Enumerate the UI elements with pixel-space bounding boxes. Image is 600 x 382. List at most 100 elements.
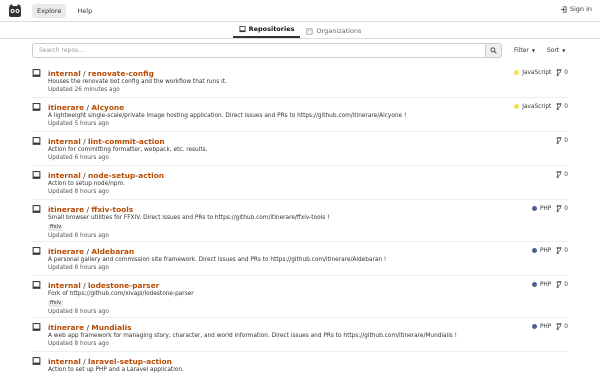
site-logo[interactable] (8, 3, 22, 18)
language-color-dot (531, 324, 537, 329)
repo-icon (32, 103, 41, 111)
fork-icon (556, 281, 562, 288)
repo-full-name[interactable]: internal / node-setup-action (48, 171, 568, 180)
search-button[interactable] (486, 43, 502, 58)
repo-description: A personal gallery and commission site f… (48, 257, 387, 263)
repo-description: Houses the renovate bot config and the w… (48, 79, 227, 85)
repo-forks[interactable]: 0 (556, 281, 568, 288)
repo-icon (32, 323, 41, 331)
chevron-down-icon: ▼ (531, 48, 535, 53)
search-input[interactable]: Search repos... (32, 43, 486, 58)
repo-fork-count: 0 (564, 171, 568, 178)
repo-owner[interactable]: internal (48, 137, 81, 146)
repo-name[interactable]: lodestone-parser (88, 281, 159, 290)
fork-icon (556, 323, 562, 330)
repo-owner[interactable]: internal (48, 281, 81, 290)
repo-owner[interactable]: itinerare (48, 103, 84, 112)
repo-owner[interactable]: itinerare (48, 323, 84, 332)
repo-full-name[interactable]: internal / lodestone-parser (48, 281, 568, 290)
repo-meta: 0 (556, 171, 568, 178)
repo-owner[interactable]: itinerare (48, 247, 84, 256)
repo-owner[interactable]: internal (48, 357, 81, 366)
repo-full-name[interactable]: internal / laravel-setup-action (48, 357, 568, 366)
language-color-dot (514, 104, 520, 109)
sign-in-link[interactable]: Sign in (560, 5, 592, 13)
repo-forks[interactable]: 0 (556, 171, 568, 178)
fork-icon (556, 171, 562, 178)
repo-full-name[interactable]: itinerare / Alcyone (48, 103, 568, 112)
repo-name[interactable]: Aldebaran (91, 247, 134, 256)
repo-forks[interactable]: 0 (556, 205, 568, 212)
explore-tabs: Repositories Organizations (0, 22, 600, 39)
repo-updated: Updated 8 hours ago (48, 341, 109, 347)
repo-meta: PHP 0 (531, 205, 568, 212)
repo-meta: JavaScript 0 (514, 69, 568, 76)
tab-organizations[interactable]: Organizations (300, 27, 367, 38)
repo-owner[interactable]: internal (48, 69, 81, 78)
repo-meta: 0 (556, 137, 568, 144)
repo-full-name[interactable]: internal / renovate-config (48, 69, 568, 78)
sign-in-icon (560, 5, 567, 13)
repo-description: Action to set up PHP and a Laravel appli… (48, 367, 184, 373)
repo-language: JavaScript (514, 70, 551, 76)
repo-forks[interactable]: 0 (556, 323, 568, 330)
repo-name[interactable]: Alcyone (91, 103, 124, 112)
repo-language-label: PHP (539, 247, 552, 254)
repo-fork-count: 0 (564, 137, 568, 144)
repo-forks[interactable]: 0 (556, 69, 568, 76)
repo-name[interactable]: renovate-config (88, 69, 154, 78)
repo-updated: Updated 5 hours ago (48, 121, 109, 127)
language-color-dot (531, 248, 537, 253)
repo-full-name[interactable]: internal / lint-commit-action (48, 137, 568, 146)
top-navbar: Explore Help Sign in (0, 0, 600, 22)
tab-repositories[interactable]: Repositories (232, 25, 301, 38)
repo-name[interactable]: node-setup-action (88, 171, 164, 180)
repo-name[interactable]: Mundialis (91, 323, 131, 332)
repo-meta: JavaScript 0 (514, 103, 568, 110)
repo-item: internal / lint-commit-action Action for… (32, 132, 568, 166)
filter-dropdown[interactable]: Filter ▼ (514, 47, 535, 54)
repo-owner[interactable]: internal (48, 171, 81, 180)
repo-language-label: JavaScript (522, 69, 552, 76)
repo-description: A lightweight single-scale/private image… (48, 113, 407, 119)
chevron-down-icon: ▼ (562, 48, 566, 53)
fork-icon (556, 137, 562, 144)
sort-dropdown[interactable]: Sort ▼ (547, 47, 565, 54)
repo-name[interactable]: laravel-setup-action (88, 357, 172, 366)
repo-description: A web app framework for managing story, … (48, 333, 457, 339)
repo-description: Small browser utilities for FFXIV. Direc… (48, 215, 330, 221)
repo-full-name[interactable]: itinerare / Aldebaran (48, 247, 568, 256)
repo-forks[interactable]: 0 (556, 137, 568, 144)
repo-language: PHP (531, 206, 551, 212)
repo-icon (239, 25, 246, 32)
repo-name[interactable]: ffxiv-tools (91, 205, 133, 214)
repo-fork-count: 0 (564, 323, 568, 330)
repo-item: internal / node-setup-action Action to s… (32, 166, 568, 200)
repo-full-name[interactable]: itinerare / Mundialis (48, 323, 568, 332)
repo-icon (32, 137, 41, 145)
filter-label: Filter (514, 47, 529, 54)
repo-forks[interactable]: 0 (556, 103, 568, 110)
repo-icon (32, 357, 41, 365)
organization-icon (307, 28, 313, 34)
repo-updated: Updated 6 hours ago (48, 155, 109, 161)
repo-list: internal / renovate-config Houses the re… (32, 64, 568, 382)
repo-meta: PHP 0 (531, 247, 568, 254)
repo-full-name[interactable]: itinerare / ffxiv-tools (48, 205, 568, 214)
nav-help[interactable]: Help (72, 4, 97, 18)
nav-explore[interactable]: Explore (32, 3, 67, 18)
topic-badge[interactable]: ffxiv (48, 224, 64, 231)
repo-item: internal / lodestone-parser Fork of http… (32, 276, 568, 318)
repo-language-label: PHP (539, 281, 552, 288)
fork-icon (556, 103, 562, 110)
repo-language: PHP (531, 247, 552, 254)
repo-owner[interactable]: itinerare (48, 205, 84, 214)
repo-name[interactable]: lint-commit-action (88, 137, 165, 146)
repo-meta: PHP 0 (531, 323, 568, 330)
sign-in-label: Sign in (569, 5, 592, 13)
topic-badge[interactable]: ffxiv (48, 300, 64, 307)
repo-forks[interactable]: 0 (556, 247, 568, 254)
language-color-dot (531, 282, 537, 287)
repo-language-label: JavaScript (522, 103, 552, 110)
language-color-dot (531, 206, 537, 211)
